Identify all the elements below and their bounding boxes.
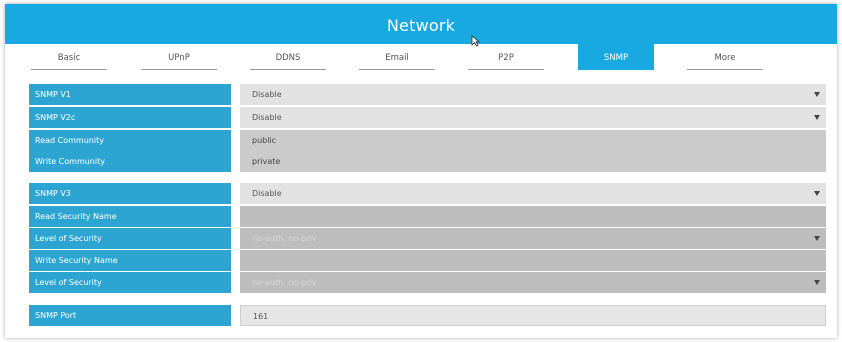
tab-upnp[interactable]: UPnP: [141, 44, 217, 70]
dropdown-arrow-icon: [814, 236, 820, 241]
write-level-of-security-row: Level of Security no-auth, no-priv: [5, 272, 837, 293]
write-security-name-row: Write Security Name: [5, 250, 837, 271]
tab-email[interactable]: Email: [359, 44, 435, 70]
read-community-row: Read Community public: [5, 130, 837, 151]
snmp-v3-select[interactable]: Disable: [240, 183, 826, 204]
tab-more[interactable]: More: [687, 44, 763, 70]
snmp-port-label: SNMP Port: [29, 305, 231, 326]
write-security-name-label: Write Security Name: [29, 250, 231, 271]
read-level-of-security-label: Level of Security: [29, 228, 231, 249]
write-level-of-security-select: no-auth, no-priv: [240, 272, 826, 293]
dropdown-arrow-icon: [814, 191, 820, 196]
write-community-label: Write Community: [29, 151, 231, 172]
dropdown-arrow-icon: [814, 115, 820, 120]
read-level-of-security-value: no-auth, no-priv: [252, 234, 317, 243]
snmp-v2c-row: SNMP V2c Disable: [5, 107, 837, 128]
snmp-v1-select[interactable]: Disable: [240, 84, 826, 105]
snmp-v1-value: Disable: [252, 90, 282, 99]
write-community-input[interactable]: private: [240, 151, 826, 172]
read-level-of-security-select: no-auth, no-priv: [240, 228, 826, 249]
snmp-v3-row: SNMP V3 Disable: [5, 183, 837, 204]
read-security-name-row: Read Security Name: [5, 206, 837, 227]
tab-snmp[interactable]: SNMP: [578, 44, 654, 70]
snmp-v2c-value: Disable: [252, 113, 282, 122]
network-settings-window: Network Basic UPnP DDNS Email P2P SNMP M…: [5, 4, 837, 338]
tab-p2p[interactable]: P2P: [468, 44, 544, 70]
write-level-of-security-label: Level of Security: [29, 272, 231, 293]
snmp-v2c-label: SNMP V2c: [29, 107, 231, 128]
read-community-label: Read Community: [29, 130, 231, 151]
snmp-port-input[interactable]: 161: [240, 305, 826, 326]
write-security-name-input: [240, 250, 826, 271]
read-community-input[interactable]: public: [240, 130, 826, 151]
tab-bar: Basic UPnP DDNS Email P2P SNMP More: [5, 44, 837, 74]
read-security-name-input: [240, 206, 826, 227]
snmp-v3-value: Disable: [252, 189, 282, 198]
write-level-of-security-value: no-auth, no-priv: [252, 278, 317, 287]
tab-basic[interactable]: Basic: [31, 44, 107, 70]
snmp-v1-label: SNMP V1: [29, 84, 231, 105]
read-security-name-label: Read Security Name: [29, 206, 231, 227]
dropdown-arrow-icon: [814, 92, 820, 97]
snmp-v3-label: SNMP V3: [29, 183, 231, 204]
snmp-v1-row: SNMP V1 Disable: [5, 84, 837, 105]
snmp-port-row: SNMP Port 161: [5, 305, 837, 326]
window-title: Network: [5, 4, 837, 44]
snmp-v2c-select[interactable]: Disable: [240, 107, 826, 128]
write-community-row: Write Community private: [5, 151, 837, 172]
tab-ddns[interactable]: DDNS: [250, 44, 326, 70]
read-level-of-security-row: Level of Security no-auth, no-priv: [5, 228, 837, 249]
dropdown-arrow-icon: [814, 280, 820, 285]
